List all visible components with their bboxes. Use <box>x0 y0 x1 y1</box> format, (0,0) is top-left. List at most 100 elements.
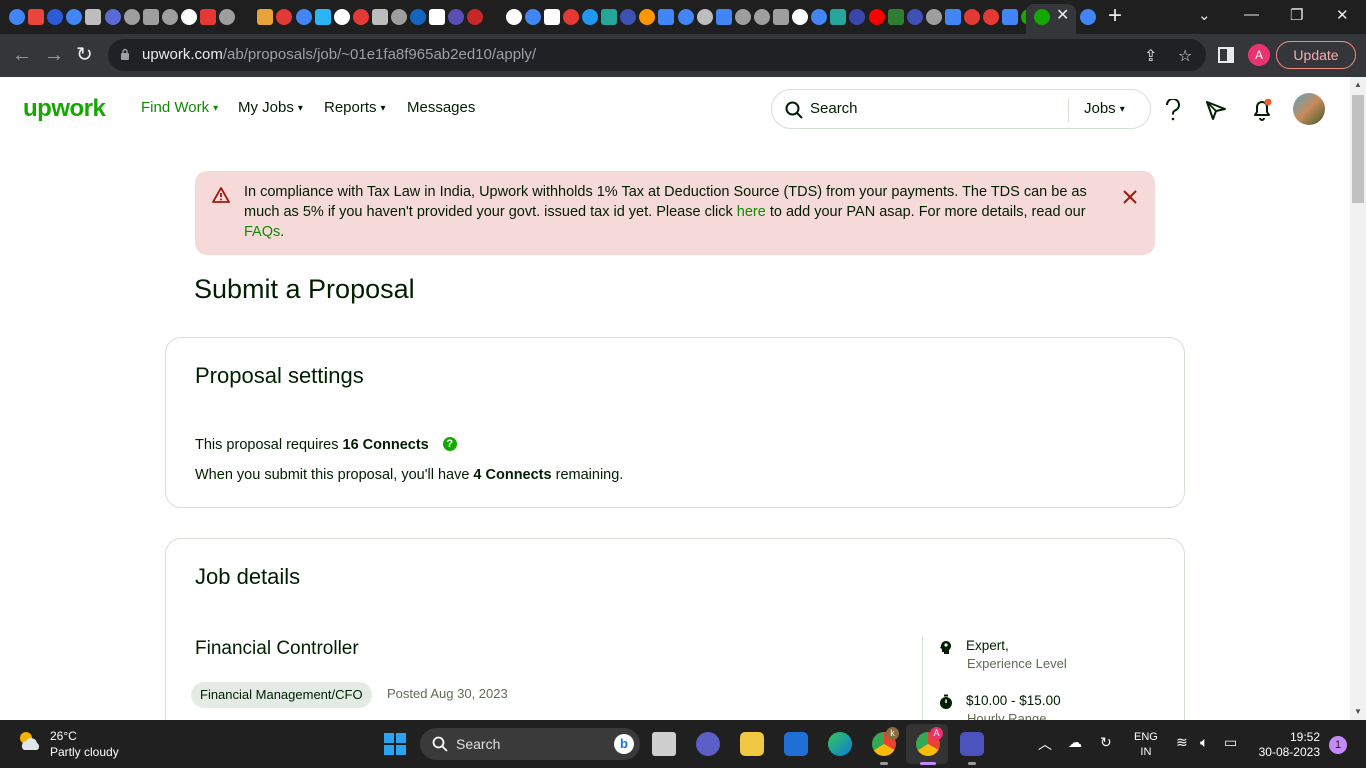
tab-favicon-icon[interactable] <box>964 9 980 25</box>
chrome-profile-k-icon[interactable]: k <box>872 727 899 756</box>
tab-favicon-icon[interactable] <box>601 9 618 25</box>
category-chip[interactable]: Financial Management/CFO <box>191 682 372 708</box>
weather-condition[interactable]: Partly cloudy <box>50 745 119 759</box>
share-icon[interactable]: ⇪ <box>1144 46 1157 66</box>
tab-favicon-icon[interactable] <box>868 9 885 25</box>
teams-icon[interactable] <box>960 732 984 756</box>
bookmark-star-icon[interactable]: ☆ <box>1178 46 1192 66</box>
tab-favicon-icon[interactable] <box>391 9 407 25</box>
help-icon[interactable] <box>1164 99 1182 121</box>
tab-favicon-icon[interactable] <box>849 9 866 25</box>
tab-favicon-icon[interactable] <box>467 9 484 25</box>
tab-favicon-icon[interactable] <box>753 9 770 25</box>
scroll-up-icon[interactable]: ▲ <box>1354 80 1362 89</box>
edge-icon[interactable] <box>828 732 852 756</box>
taskbar-search[interactable]: Search b <box>420 728 640 760</box>
tab-favicon-icon[interactable] <box>142 9 159 25</box>
show-hidden-icons-icon[interactable]: ︿ <box>1038 734 1052 754</box>
menu-kebab-icon[interactable]: ⋮ <box>1360 46 1366 63</box>
tab-favicon-icon[interactable] <box>562 9 579 25</box>
tab-favicon-icon[interactable] <box>28 9 45 25</box>
tab-favicon-icon[interactable] <box>620 9 637 25</box>
tab-favicon-icon[interactable] <box>658 9 675 25</box>
tab-favicon-icon[interactable] <box>486 9 503 25</box>
tab-favicon-icon[interactable] <box>505 9 522 25</box>
reload-icon[interactable]: ↻ <box>76 43 93 67</box>
tab-favicon-icon[interactable] <box>333 9 350 25</box>
scroll-thumb[interactable] <box>1352 95 1364 203</box>
tab-favicon-icon[interactable] <box>543 9 560 25</box>
tab-favicon-icon[interactable] <box>180 9 197 25</box>
tab-favicon-icon[interactable] <box>1002 9 1019 25</box>
tab-favicon-icon[interactable] <box>677 9 694 25</box>
search-scope-dropdown[interactable]: Jobs ▾ <box>1084 100 1125 117</box>
tab-favicon-icon[interactable] <box>47 9 64 25</box>
nav-reports[interactable]: Reports ▾ <box>324 99 386 116</box>
close-alert-icon[interactable] <box>1121 188 1139 206</box>
tab-favicon-icon[interactable] <box>85 9 102 25</box>
tab-favicon-icon[interactable] <box>639 9 656 25</box>
language-indicator[interactable]: ENG IN <box>1134 730 1158 760</box>
tab-favicon-icon[interactable] <box>295 9 312 25</box>
minimize-icon[interactable]: — <box>1244 6 1259 23</box>
tab-favicon-icon[interactable] <box>123 9 140 25</box>
tab-favicon-icon[interactable] <box>811 9 828 25</box>
help-question-icon[interactable]: ? <box>442 437 457 451</box>
tab-favicon-icon[interactable] <box>371 9 388 25</box>
tab-favicon-icon[interactable] <box>9 9 25 25</box>
wifi-icon[interactable]: ≋ <box>1176 734 1188 751</box>
tab-search-chevron-icon[interactable]: ⌄ <box>1198 6 1211 24</box>
tab-favicon-icon[interactable] <box>314 9 331 25</box>
tab-favicon-icon[interactable] <box>715 9 732 25</box>
tab-favicon-icon[interactable] <box>200 9 216 25</box>
sync-icon[interactable]: ↻ <box>1100 734 1112 751</box>
search-box[interactable]: Search Jobs ▾ <box>771 89 1151 129</box>
forward-icon[interactable]: → <box>44 43 64 67</box>
maximize-icon[interactable]: ❐ <box>1290 6 1303 24</box>
task-view-icon[interactable] <box>652 732 676 756</box>
file-explorer-icon[interactable] <box>740 732 764 756</box>
new-tab-icon[interactable]: + <box>1108 4 1122 28</box>
close-tab-icon[interactable]: ✕ <box>1056 8 1069 24</box>
user-avatar[interactable] <box>1293 93 1325 125</box>
tab-favicon-icon[interactable] <box>983 9 1000 25</box>
nav-messages[interactable]: Messages <box>407 99 475 116</box>
tab-favicon-icon[interactable] <box>238 9 255 25</box>
tab-favicon-icon[interactable] <box>773 9 789 25</box>
tab-favicon-icon[interactable] <box>524 9 541 25</box>
tab-favicon-icon[interactable] <box>734 9 751 25</box>
tab-favicon-icon[interactable] <box>219 9 236 25</box>
microsoft-store-icon[interactable] <box>784 732 808 756</box>
tab-favicon-icon[interactable] <box>792 9 809 25</box>
google-favicon-icon[interactable] <box>1080 9 1096 25</box>
battery-icon[interactable]: ▭ <box>1224 734 1237 751</box>
notifications-bell-icon[interactable] <box>1251 99 1273 121</box>
tab-favicon-icon[interactable] <box>257 9 274 25</box>
address-bar[interactable]: upwork.com/ab/proposals/job/~01e1fa8f965… <box>108 39 1206 71</box>
chrome-profile-a-icon[interactable]: A <box>916 727 943 756</box>
notification-badge[interactable]: 1 <box>1329 736 1347 754</box>
back-icon[interactable]: ← <box>12 43 32 67</box>
clock[interactable]: 19:52 30-08-2023 <box>1254 730 1320 760</box>
direct-contracts-icon[interactable] <box>1205 99 1227 121</box>
tab-favicon-icon[interactable] <box>696 9 713 25</box>
tab-favicon-icon[interactable] <box>925 9 942 25</box>
upwork-logo[interactable]: upwork <box>23 95 106 123</box>
tab-favicon-icon[interactable] <box>276 9 293 25</box>
tab-favicon-icon[interactable] <box>352 9 369 25</box>
tab-favicon-icon[interactable] <box>448 9 465 25</box>
tab-favicon-icon[interactable] <box>906 9 923 25</box>
tab-favicon-icon[interactable] <box>429 9 446 25</box>
partly-cloudy-icon[interactable] <box>16 728 42 754</box>
nav-find-work[interactable]: Find Work ▾ <box>141 99 218 116</box>
alert-here-link[interactable]: here <box>737 204 766 220</box>
windows-start-icon[interactable] <box>384 733 406 755</box>
volume-icon[interactable]: 🔈︎ <box>1200 734 1208 751</box>
page-scrollbar[interactable]: ▲ ▼ <box>1350 77 1366 720</box>
profile-avatar[interactable]: A <box>1248 44 1270 66</box>
close-window-icon[interactable]: ✕ <box>1336 6 1349 24</box>
teams-chat-icon[interactable] <box>696 732 720 756</box>
tab-favicon-icon[interactable] <box>887 9 904 25</box>
tab-favicon-icon[interactable] <box>104 9 121 25</box>
search-input[interactable]: Search <box>810 100 858 117</box>
